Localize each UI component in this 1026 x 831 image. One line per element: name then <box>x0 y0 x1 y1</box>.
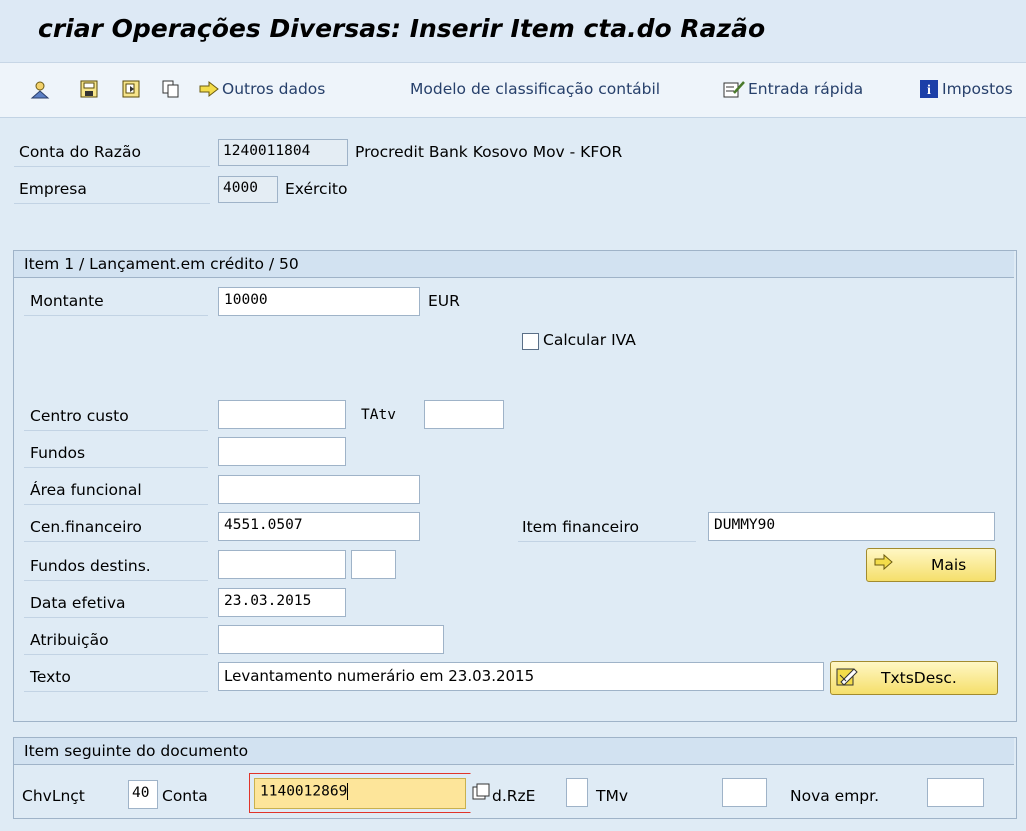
search-help-icon[interactable] <box>472 783 490 805</box>
person-icon[interactable] <box>30 80 50 99</box>
tmv-label: TMv <box>596 787 629 805</box>
chv-lnct-input[interactable]: 40 <box>128 780 158 809</box>
empresa-label: Empresa <box>19 180 87 198</box>
fundos-destins-input[interactable] <box>218 550 346 579</box>
texto-input[interactable]: Levantamento numerário em 23.03.2015 <box>218 662 824 691</box>
info-icon: i <box>920 79 938 99</box>
texto-label: Texto <box>30 668 71 686</box>
nova-empr-input[interactable] <box>927 778 984 807</box>
arrow-right-icon <box>874 553 894 575</box>
fast-entry-icon <box>722 79 746 99</box>
conta-razao-label: Conta do Razão <box>19 143 141 161</box>
atribuicao-input[interactable] <box>218 625 444 654</box>
fundos-destins-year-input[interactable] <box>351 550 396 579</box>
tatv-label: TAtv <box>361 407 396 423</box>
save-icon[interactable] <box>80 80 98 98</box>
fundos-destins-label: Fundos destins. <box>30 557 151 575</box>
atribuicao-label: Atribuição <box>30 631 109 649</box>
modelo-classificacao-button[interactable]: Modelo de classificação contábil <box>410 80 660 98</box>
tmv-input[interactable] <box>722 778 767 807</box>
nova-empr-label: Nova empr. <box>790 787 880 805</box>
data-efetiva-input[interactable]: 23.03.2015 <box>218 588 346 617</box>
cen-financeiro-label: Cen.financeiro <box>30 518 142 536</box>
montante-label: Montante <box>30 292 104 310</box>
data-efetiva-label: Data efetiva <box>30 594 126 612</box>
montante-input[interactable]: 10000 <box>218 287 420 316</box>
area-funcional-label: Área funcional <box>30 481 142 499</box>
impostos-button[interactable]: Impostos <box>942 80 1013 98</box>
svg-text:i: i <box>927 83 931 98</box>
page-title: criar Operações Diversas: Inserir Item c… <box>38 14 766 43</box>
item-group-heading: Item 1 / Lançament.em crédito / 50 <box>14 251 1014 278</box>
entrada-rapida-button[interactable]: Entrada rápida <box>748 80 863 98</box>
next-item-heading: Item seguinte do documento <box>14 738 1014 765</box>
conta-razao-value: 1240011804 <box>218 139 348 166</box>
chv-lnct-label: ChvLnçt <box>22 787 85 805</box>
conta-input[interactable]: 1140012869 <box>254 778 466 809</box>
d-rze-label: d.RzE <box>492 787 536 805</box>
empresa-value: 4000 <box>218 176 278 203</box>
conta-input-value: 1140012869 <box>260 783 348 800</box>
area-funcional-input[interactable] <box>218 475 420 504</box>
cen-financeiro-input[interactable]: 4551.0507 <box>218 512 420 541</box>
conta-razao-description: Procredit Bank Kosovo Mov - KFOR <box>355 143 623 161</box>
tatv-input[interactable] <box>424 400 504 429</box>
item-financeiro-input[interactable]: DUMMY90 <box>708 512 995 541</box>
txtsdesc-button-label: TxtsDesc. <box>881 669 957 687</box>
outros-dados-button[interactable]: Outros dados <box>222 80 325 98</box>
mais-button[interactable]: Mais <box>866 548 996 582</box>
copy-icon[interactable] <box>162 80 180 98</box>
fundos-input[interactable] <box>218 437 346 466</box>
item-financeiro-label: Item financeiro <box>522 518 639 536</box>
txtsdesc-button[interactable]: TxtsDesc. <box>830 661 998 695</box>
centro-custo-label: Centro custo <box>30 407 129 425</box>
text-cursor <box>347 783 349 800</box>
template-icon[interactable] <box>122 80 140 98</box>
edit-text-icon <box>836 666 860 692</box>
centro-custo-input[interactable] <box>218 400 346 429</box>
currency-label: EUR <box>428 292 460 310</box>
empresa-description: Exército <box>285 180 348 198</box>
calcular-iva-label: Calcular IVA <box>543 331 636 349</box>
mais-button-label: Mais <box>931 556 967 574</box>
fundos-label: Fundos <box>30 444 86 462</box>
focus-frame-left <box>249 773 251 813</box>
conta-label: Conta <box>162 787 208 805</box>
other-data-icon <box>198 80 220 98</box>
d-rze-input[interactable] <box>566 778 588 807</box>
calcular-iva-checkbox[interactable] <box>522 333 539 350</box>
